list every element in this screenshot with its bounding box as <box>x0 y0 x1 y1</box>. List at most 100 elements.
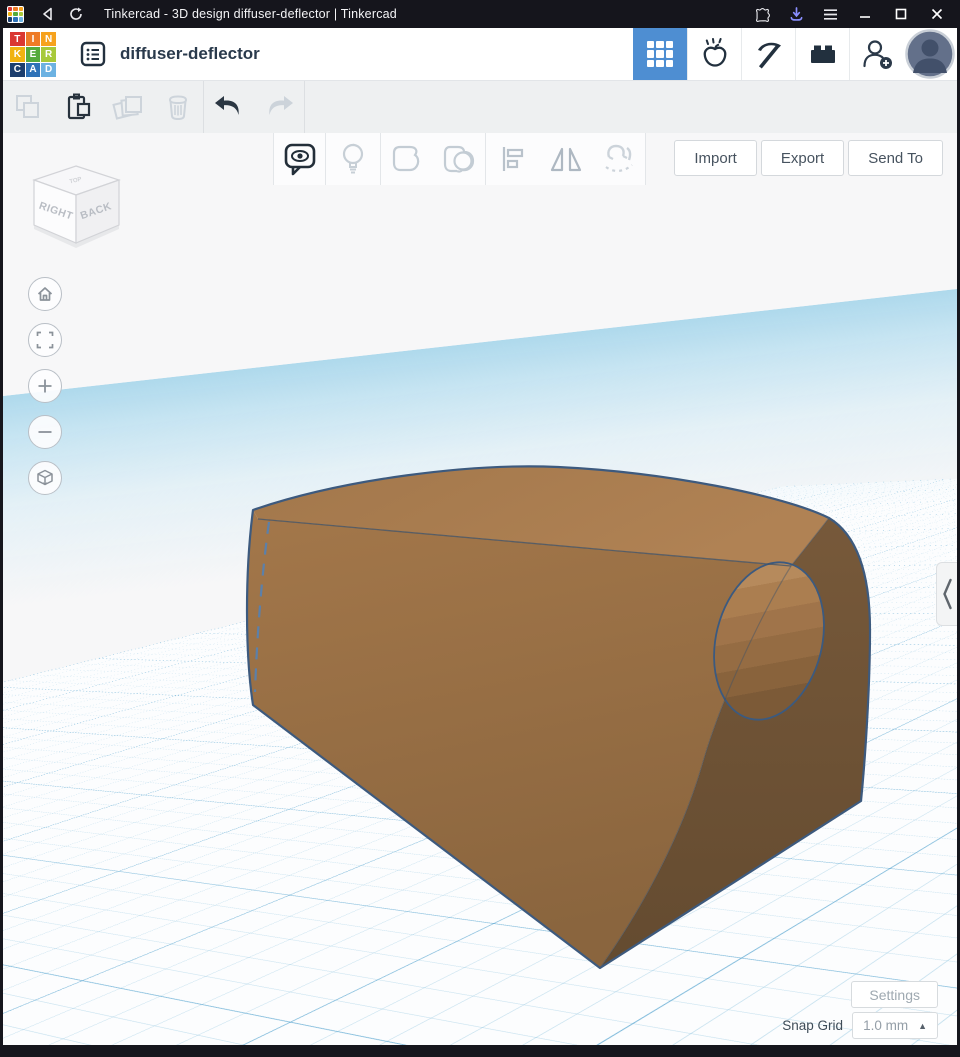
align-icon <box>498 144 528 174</box>
account-avatar-button[interactable] <box>903 28 957 80</box>
grid-icon <box>647 41 673 67</box>
undo-icon <box>212 92 246 122</box>
send-to-button[interactable]: Send To <box>848 140 943 176</box>
duplicate-icon <box>111 91 145 123</box>
light-view-button[interactable] <box>328 133 378 185</box>
view-cube[interactable]: RIGHT BACK TOP <box>30 163 124 257</box>
bricks-export-button[interactable] <box>795 28 849 80</box>
duplicate-button[interactable] <box>103 81 153 133</box>
settings-button[interactable]: Settings <box>851 981 938 1008</box>
copy-button[interactable] <box>3 81 53 133</box>
viewport-3d[interactable]: Import Export Send To RIGHT BACK TOP <box>3 133 957 1045</box>
page-title[interactable]: diffuser-deflector <box>120 44 260 64</box>
minimize-button[interactable] <box>850 3 880 25</box>
logo-tile: E <box>26 47 41 61</box>
reload-button[interactable] <box>62 3 90 25</box>
close-icon <box>931 8 943 20</box>
align-button[interactable] <box>488 133 538 185</box>
magnet-icon <box>602 143 636 175</box>
undo-button[interactable] <box>204 81 254 133</box>
snap-grid-label: Snap Grid <box>782 1018 843 1033</box>
extensions-button[interactable] <box>748 3 776 25</box>
zoom-in-button[interactable] <box>28 369 62 403</box>
bulb-icon <box>338 142 368 176</box>
caret-up-icon: ▲ <box>918 1021 927 1031</box>
shapes-panel-expand-tab[interactable] <box>936 562 957 626</box>
snap-grid-value: 1.0 mm <box>863 1018 908 1033</box>
extensions-icon <box>755 7 770 22</box>
hole-shape-button[interactable] <box>434 133 484 185</box>
logo-tile: A <box>26 63 41 77</box>
import-button[interactable]: Import <box>674 140 757 176</box>
edit-toolbar <box>3 81 957 133</box>
minimize-icon <box>859 8 871 20</box>
perspective-toggle-button[interactable] <box>28 461 62 495</box>
snap-grid-control: Snap Grid 1.0 mm ▲ <box>782 1012 938 1039</box>
view-toolbar <box>273 133 646 185</box>
design-menu-button[interactable] <box>80 41 106 67</box>
dashboard-tile-button[interactable] <box>633 28 687 80</box>
logo-tile: D <box>41 63 56 77</box>
minus-icon <box>36 423 54 441</box>
plus-icon <box>36 377 54 395</box>
back-icon <box>41 7 55 21</box>
delete-button[interactable] <box>153 81 203 133</box>
minecraft-export-button[interactable] <box>741 28 795 80</box>
downloads-button[interactable] <box>782 3 810 25</box>
snap-grid-select[interactable]: 1.0 mm ▲ <box>852 1012 938 1039</box>
file-actions: Import Export Send To <box>674 140 943 176</box>
export-button[interactable]: Export <box>761 140 844 176</box>
redo-button[interactable] <box>254 81 304 133</box>
tinkercad-favicon <box>7 6 24 23</box>
invite-button[interactable] <box>849 28 903 80</box>
lego-brick-icon <box>807 38 839 70</box>
logo-tile: R <box>41 47 56 61</box>
titlebar: Tinkercad - 3D design diffuser-deflector… <box>0 0 960 28</box>
logo-tile: T <box>10 32 25 46</box>
fit-view-button[interactable] <box>28 323 62 357</box>
redo-icon <box>262 92 296 122</box>
add-user-icon <box>860 37 894 71</box>
pickaxe-icon <box>753 38 785 70</box>
menu-button[interactable] <box>816 3 844 25</box>
paste-button[interactable] <box>53 81 103 133</box>
maximize-icon <box>895 8 907 20</box>
maximize-button[interactable] <box>886 3 916 25</box>
hamburger-icon <box>823 8 838 21</box>
logo-tile: N <box>41 32 56 46</box>
solid-shape-button[interactable] <box>382 133 432 185</box>
toolbar-separator <box>304 81 305 133</box>
download-icon <box>789 7 804 22</box>
window-bottom-edge <box>3 1045 957 1057</box>
logo-tile: I <box>26 32 41 46</box>
zoom-out-button[interactable] <box>28 415 62 449</box>
app-header: T I N K E R C A D diffuser-deflector <box>3 28 957 81</box>
avatar <box>905 29 955 79</box>
camera-controls <box>28 277 62 495</box>
show-all-button[interactable] <box>275 133 325 185</box>
reload-icon <box>69 7 83 21</box>
paste-icon <box>62 91 94 123</box>
design-menu-icon <box>80 41 106 67</box>
mirror-button[interactable] <box>541 133 591 185</box>
logo-tile: C <box>10 63 25 77</box>
browser-window: Tinkercad - 3D design diffuser-deflector… <box>0 0 960 1057</box>
magnet-snap-button[interactable] <box>594 133 644 185</box>
eye-bubble-icon <box>283 141 317 177</box>
home-view-button[interactable] <box>28 277 62 311</box>
tinkercad-logo[interactable]: T I N K E R C A D <box>10 32 56 77</box>
logo-tile: K <box>10 47 25 61</box>
trash-icon <box>162 91 194 123</box>
fit-view-icon <box>36 331 54 349</box>
back-button[interactable] <box>34 3 62 25</box>
home-icon <box>36 285 54 303</box>
window-title: Tinkercad - 3D design diffuser-deflector… <box>104 7 397 21</box>
sim-lab-button[interactable] <box>687 28 741 80</box>
workplane <box>3 133 957 1045</box>
mirror-icon <box>549 144 583 174</box>
perspective-cube-icon <box>35 468 55 488</box>
copy-icon <box>12 91 44 123</box>
close-button[interactable] <box>922 3 952 25</box>
workplane-grid <box>3 279 957 1045</box>
chevron-left-icon <box>941 574 953 614</box>
